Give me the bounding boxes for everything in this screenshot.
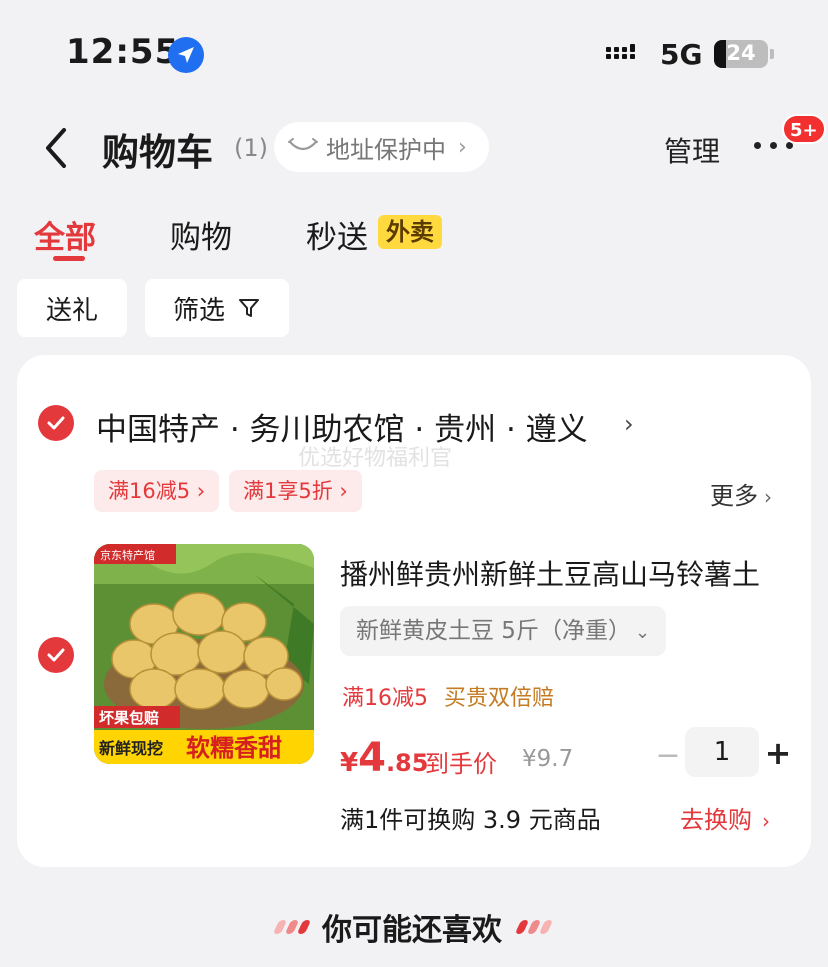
more-options-icon[interactable] xyxy=(754,142,793,149)
sku-selector[interactable]: 新鲜黄皮土豆 5斤（净重） ⌄ xyxy=(340,606,667,656)
chevron-right-icon[interactable]: › xyxy=(624,410,634,438)
tab-shopping[interactable]: 购物 xyxy=(170,212,232,257)
promo-coupon-1[interactable]: 满16减5 › xyxy=(94,470,220,512)
gift-filter-label: 送礼 xyxy=(45,295,98,326)
final-price: ¥4.85 xyxy=(340,735,428,781)
product-thumbnail[interactable]: 京东特产馆 坏果包赔 新鲜现挖 软糯香甜 xyxy=(94,544,314,764)
thumb-tag-sweet: 软糯香甜 xyxy=(186,734,282,762)
chevron-right-icon: › xyxy=(762,809,770,833)
location-arrow-icon xyxy=(168,37,204,73)
battery-icon: 24 xyxy=(714,40,768,68)
promo-tag: 满16减5 xyxy=(342,686,428,711)
service-tag: 买贵双倍赔 xyxy=(444,686,555,711)
decor-right-icon xyxy=(514,920,554,934)
thumb-tag-bad-fruit: 坏果包赔 xyxy=(99,709,159,727)
address-protection-label: 地址保护中 xyxy=(326,135,446,164)
takeout-tag: 外卖 xyxy=(378,215,442,249)
page-title: 购物车 xyxy=(102,131,213,174)
price-label: 到手价 xyxy=(425,750,497,778)
increase-quantity-button[interactable]: + xyxy=(764,734,792,772)
original-price: ¥9.7 xyxy=(522,746,574,772)
signal-icon xyxy=(606,44,635,59)
chevron-down-icon: ⌄ xyxy=(634,622,651,643)
recommend-section-title: 你可能还喜欢 xyxy=(322,913,502,948)
funnel-icon xyxy=(239,299,259,317)
potato-image: 京东特产馆 坏果包赔 新鲜现挖 软糯香甜 xyxy=(94,544,314,764)
decrease-quantity-button[interactable]: − xyxy=(654,738,682,773)
product-title[interactable]: 播州鲜贵州新鲜土豆高山马铃薯土 xyxy=(340,553,800,593)
thumb-badge: 京东特产馆 xyxy=(100,548,155,562)
price-integer: 4 xyxy=(358,735,386,781)
battery-level: 24 xyxy=(726,41,756,65)
sku-label: 新鲜黄皮土豆 5斤（净重） xyxy=(356,618,631,644)
decor-left-icon xyxy=(272,920,312,934)
notification-badge: 5+ xyxy=(782,114,826,144)
price-currency: ¥ xyxy=(340,748,359,778)
back-arrow-icon[interactable] xyxy=(40,124,74,172)
exchange-link-label: 去换购 xyxy=(680,806,752,834)
more-label: 更多 xyxy=(710,482,758,510)
clock: 12:55 xyxy=(66,32,180,72)
chevron-right-icon: › xyxy=(764,485,772,509)
network-type: 5G xyxy=(660,38,703,71)
watermark-text: 优选好物福利官 xyxy=(298,446,453,471)
status-bar: 12:55 5G 24 xyxy=(0,0,828,110)
product-select-checkbox[interactable] xyxy=(38,637,74,673)
thumb-tag-fresh: 新鲜现挖 xyxy=(99,739,163,758)
shield-smile-icon xyxy=(288,138,318,151)
manage-button[interactable]: 管理 xyxy=(664,130,720,170)
address-protection-pill[interactable]: 地址保护中 › xyxy=(274,122,489,172)
active-tab-indicator xyxy=(53,256,85,261)
promo-coupon-2[interactable]: 满1享5折 › xyxy=(229,470,362,512)
chevron-right-icon: › xyxy=(458,134,467,160)
gift-filter-button[interactable]: 送礼 xyxy=(17,279,127,337)
quantity-input[interactable]: 1 xyxy=(685,727,759,777)
tab-all[interactable]: 全部 xyxy=(34,212,96,257)
more-promos-link[interactable]: 更多 › xyxy=(710,476,772,511)
exchange-link[interactable]: 去换购 › xyxy=(680,800,770,835)
price-decimal: .85 xyxy=(385,749,429,777)
tab-instant-delivery[interactable]: 秒送 xyxy=(306,212,368,257)
filter-label: 筛选 xyxy=(172,295,225,326)
store-select-checkbox[interactable] xyxy=(38,405,74,441)
cart-count: (1) xyxy=(234,134,268,162)
exchange-offer-text: 满1件可换购 3.9 元商品 xyxy=(340,806,601,834)
filter-button[interactable]: 筛选 xyxy=(145,279,289,337)
